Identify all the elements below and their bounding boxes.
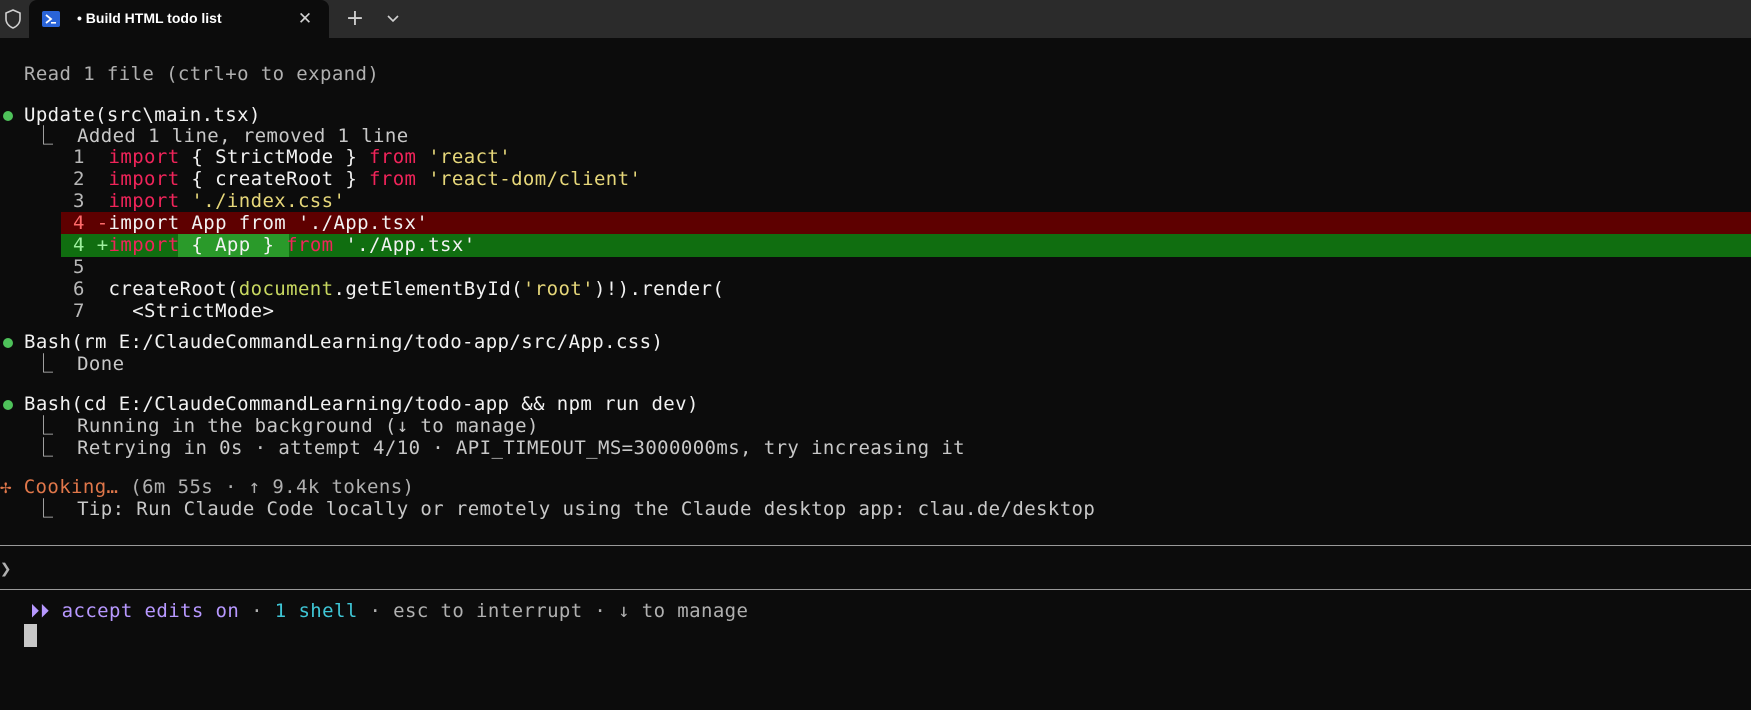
prompt-border-top xyxy=(0,545,1751,546)
diff-line: 7 <StrictMode> xyxy=(73,300,275,322)
status-line: ✢ Cooking… (6m 55s · ↑ 9.4k tokens) xyxy=(0,476,415,498)
bash-title: Bash(rm E:/ClaudeCommandLearning/todo-ap… xyxy=(24,331,664,353)
accept-edits-icon: ⏵⏵ xyxy=(30,600,50,622)
status-bullet-icon xyxy=(3,111,13,121)
title-bar: • Build HTML todo list ✕ + xyxy=(0,0,1751,38)
bash-result: ⎿ Done xyxy=(34,353,125,375)
prompt-symbol: ❯ xyxy=(0,558,12,580)
tab-active[interactable]: • Build HTML todo list ✕ xyxy=(29,0,329,38)
status-bullet-icon xyxy=(3,338,13,348)
tip-line: ⎿ Tip: Run Claude Code locally or remote… xyxy=(34,498,1096,520)
diff-line: 3 import './index.css' xyxy=(73,190,346,212)
status-bullet-icon xyxy=(3,400,13,410)
bash-title: Bash(cd E:/ClaudeCommandLearning/todo-ap… xyxy=(24,393,699,415)
new-tab-button[interactable]: + xyxy=(340,5,370,33)
prompt-border-bottom xyxy=(0,589,1751,590)
footer-status: ⏵⏵ accept edits on · 1 shell · esc to in… xyxy=(30,600,749,622)
diff-line: 2 import { createRoot } from 'react-dom/… xyxy=(73,168,642,190)
bash-result: ⎿ Retrying in 0s · attempt 4/10 · API_TI… xyxy=(34,437,965,459)
diff-removed-line: 4 -import App from './App.tsx' xyxy=(73,212,429,234)
prompt-input[interactable] xyxy=(24,624,37,647)
bash-result: ⎿ Running in the background (↓ to manage… xyxy=(34,415,539,437)
diff-line: 1 import { StrictMode } from 'react' xyxy=(73,146,512,168)
accept-edits-mode: accept edits on xyxy=(49,600,240,622)
diff-added-line: 4 +import { App } from './App.tsx' xyxy=(73,234,476,256)
shell-count: 1 shell xyxy=(274,600,358,622)
update-title: Update(src\main.tsx) xyxy=(24,104,261,126)
shield-icon xyxy=(5,9,21,29)
chevron-down-icon[interactable] xyxy=(378,7,408,31)
diff-line-number: 5 xyxy=(73,256,85,278)
tab-title: • Build HTML todo list xyxy=(77,10,222,26)
update-summary: ⎿ Added 1 line, removed 1 line xyxy=(34,125,409,147)
powershell-icon xyxy=(42,11,60,27)
read-line: Read 1 file (ctrl+o to expand) xyxy=(24,63,380,85)
close-icon[interactable]: ✕ xyxy=(293,7,317,31)
diff-line: 6 createRoot(document.getElementById('ro… xyxy=(73,278,725,300)
spinner-icon: ✢ xyxy=(0,476,12,498)
